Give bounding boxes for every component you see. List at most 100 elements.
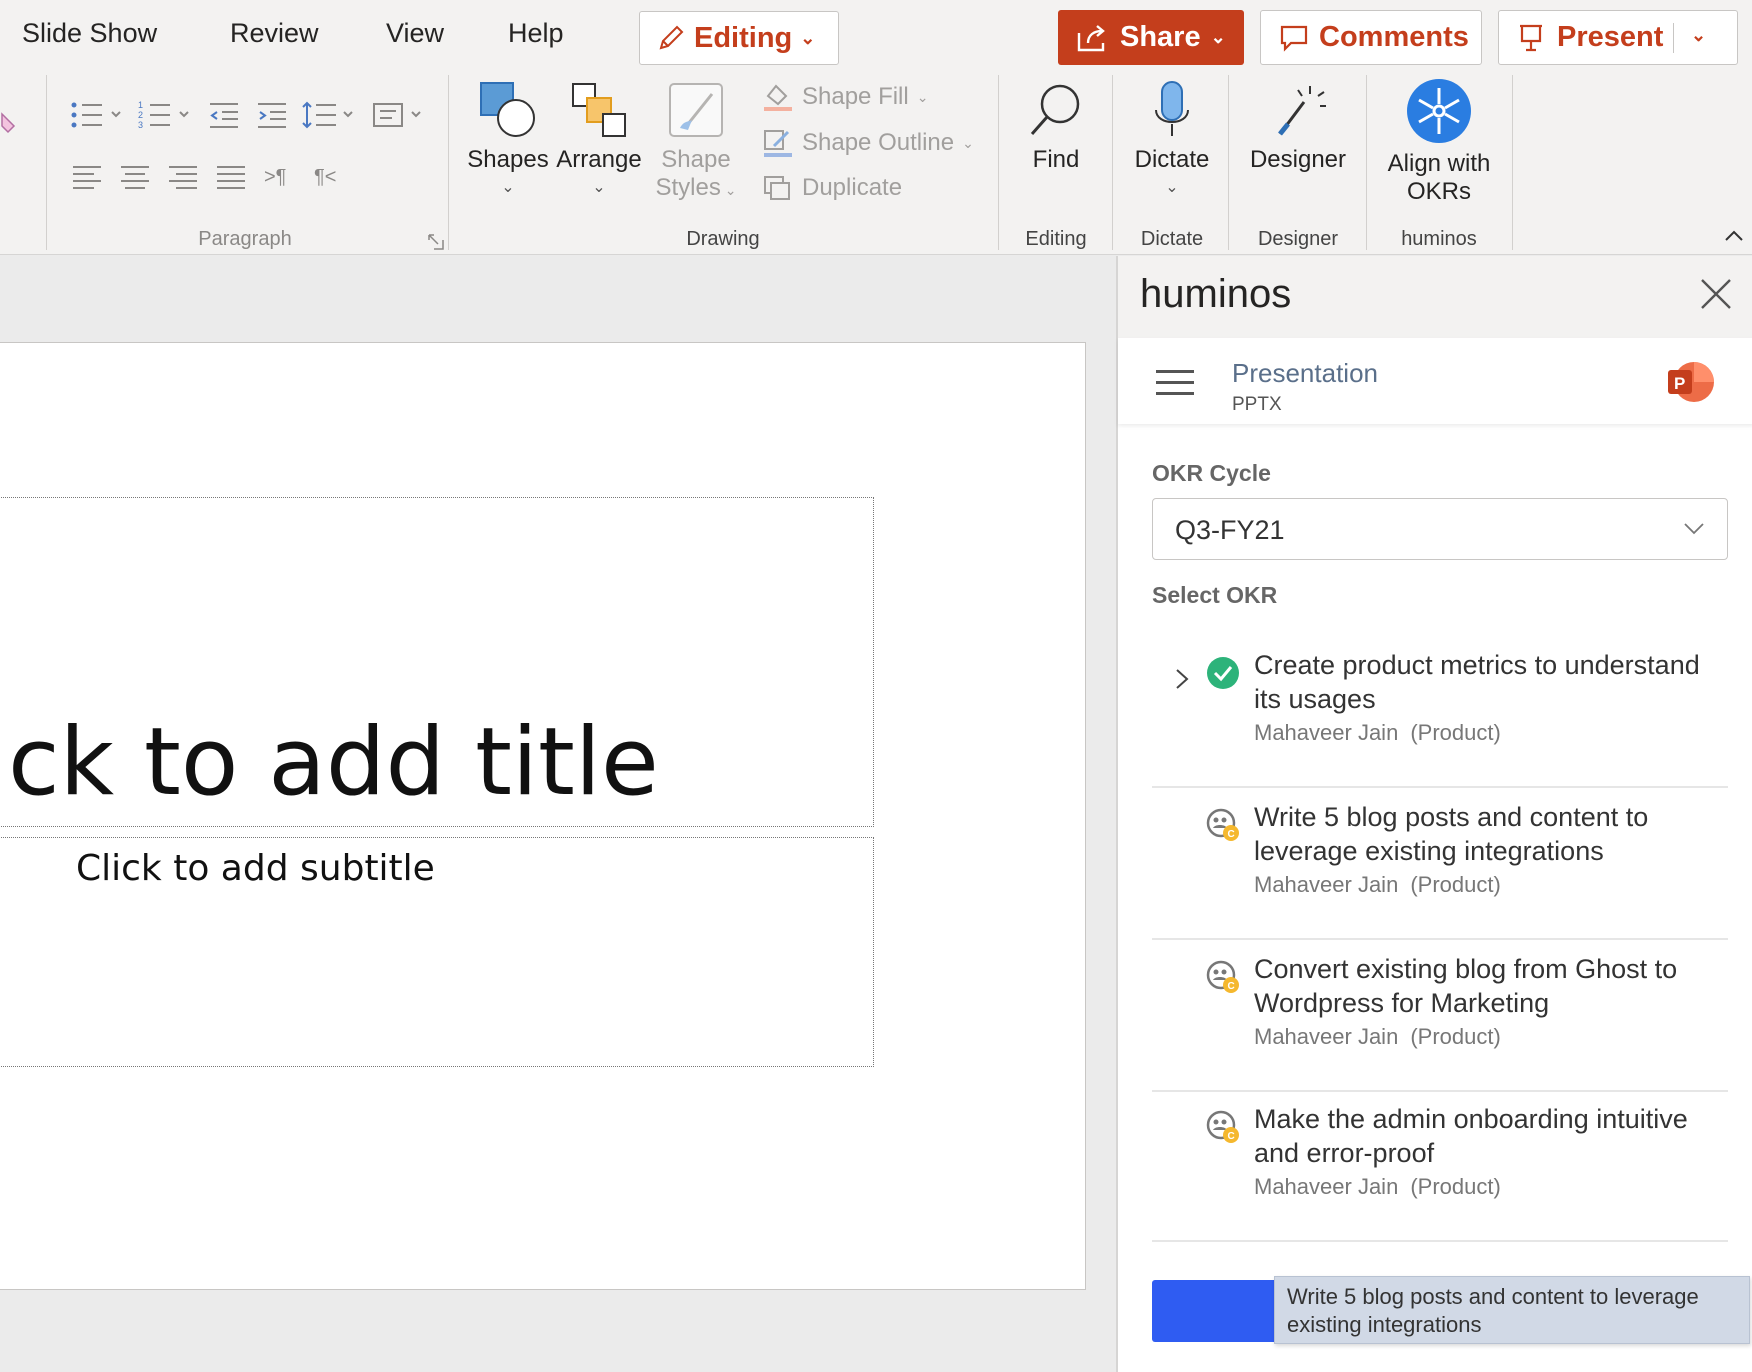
okr-owner: Mahaveer Jain (Product) — [1254, 720, 1501, 746]
team-progress-icon: C — [1206, 808, 1239, 841]
align-left-icon[interactable] — [72, 164, 102, 190]
divider — [1366, 75, 1367, 250]
group-label-dictate: Dictate — [1140, 228, 1204, 250]
divider — [448, 75, 449, 250]
slide-editor: ck to add title Click to add subtitle — [0, 256, 1116, 1372]
outline-pen-icon — [764, 130, 792, 157]
shape-styles-button[interactable]: Shape Styles ⌄ — [646, 80, 746, 204]
pencil-icon — [659, 25, 684, 50]
chevron-down-icon: ⌄ — [916, 88, 929, 105]
duplicate-button[interactable]: Duplicate — [762, 174, 902, 202]
menu-bar: Slide Show Review View Help Editing ⌄ Sh… — [0, 0, 1752, 70]
tab-view[interactable]: View — [386, 18, 444, 49]
comments-button[interactable]: Comments — [1260, 10, 1482, 65]
ribbon: 123 >¶ ¶< Paragraph Shapes ⌄ Arrange ⌄ S… — [0, 70, 1752, 255]
pane-title: huminos — [1140, 272, 1292, 316]
present-options-chevron-icon[interactable]: ⌄ — [1691, 25, 1706, 46]
select-okr-label: Select OKR — [1152, 582, 1278, 608]
owner-dept: (Product) — [1410, 720, 1501, 745]
numbering-icon[interactable]: 123 — [138, 100, 194, 130]
align-with-okrs-button[interactable]: Align with OKRs — [1378, 78, 1500, 206]
increase-indent-icon[interactable] — [256, 100, 290, 130]
bullets-icon[interactable] — [70, 100, 126, 130]
share-icon — [1077, 24, 1105, 51]
duplicate-icon — [764, 176, 790, 200]
justify-icon[interactable] — [216, 164, 246, 190]
right-to-left-icon[interactable]: ¶< — [314, 166, 336, 189]
divider — [1112, 75, 1113, 250]
shape-outline-label: Shape Outline — [802, 129, 955, 156]
okr-item[interactable]: Create product metrics to understand its… — [1152, 636, 1728, 788]
divider — [1673, 23, 1674, 53]
okr-item[interactable]: C Make the admin onboarding intuitive an… — [1152, 1090, 1728, 1242]
editing-label: Editing — [694, 21, 793, 54]
okr-cycle-label: OKR Cycle — [1152, 460, 1271, 486]
owner-dept: (Product) — [1410, 1024, 1501, 1049]
tab-help[interactable]: Help — [508, 18, 564, 49]
share-button[interactable]: Share ⌄ — [1058, 10, 1244, 65]
shape-fill-label: Shape Fill — [802, 83, 909, 110]
owner-name: Mahaveer Jain — [1254, 720, 1399, 745]
close-icon[interactable] — [1696, 274, 1736, 314]
comment-icon — [1280, 25, 1308, 52]
dictate-button[interactable]: Dictate ⌄ — [1124, 80, 1220, 202]
line-spacing-icon[interactable] — [302, 100, 358, 130]
find-button[interactable]: Find — [1016, 80, 1096, 174]
tab-review[interactable]: Review — [230, 18, 319, 49]
team-progress-icon: C — [1206, 1110, 1239, 1143]
align-center-icon[interactable] — [120, 164, 150, 190]
shape-styles-label-line1: Shape — [661, 146, 731, 173]
align-okrs-label-line2: OKRs — [1406, 178, 1471, 205]
collapse-ribbon-icon[interactable] — [1724, 228, 1744, 242]
chevron-right-icon[interactable] — [1172, 666, 1192, 692]
left-to-right-icon[interactable]: >¶ — [264, 166, 286, 189]
document-bar: Presentation PPTX P — [1118, 338, 1752, 424]
shape-fill-button[interactable]: Shape Fill ⌄ — [762, 82, 928, 112]
team-progress-icon: C — [1206, 960, 1239, 993]
shapes-button[interactable]: Shapes ⌄ — [466, 80, 550, 202]
arrange-button[interactable]: Arrange ⌄ — [554, 80, 644, 202]
huminos-logo-icon — [1407, 79, 1471, 143]
okr-owner: Mahaveer Jain (Product) — [1254, 872, 1501, 898]
present-label: Present — [1557, 21, 1664, 53]
text-direction-icon[interactable] — [372, 100, 428, 130]
find-label: Find — [1032, 146, 1080, 173]
okr-title: Write 5 blog posts and content to levera… — [1254, 802, 1649, 866]
owner-dept: (Product) — [1410, 1174, 1501, 1199]
share-label: Share — [1120, 21, 1201, 53]
okr-cycle-value: Q3-FY21 — [1175, 515, 1285, 545]
clear-formatting-icon[interactable] — [0, 110, 22, 134]
okr-title: Convert existing blog from Ghost to Word… — [1254, 954, 1678, 1018]
tab-slide-show[interactable]: Slide Show — [22, 18, 157, 49]
duplicate-label: Duplicate — [802, 174, 903, 201]
group-label-drawing: Drawing — [686, 228, 760, 250]
group-label-editing: Editing — [1025, 228, 1087, 250]
designer-button[interactable]: Designer — [1246, 80, 1350, 174]
owner-name: Mahaveer Jain — [1254, 1174, 1399, 1199]
owner-name: Mahaveer Jain — [1254, 872, 1399, 897]
editing-mode-button[interactable]: Editing ⌄ — [639, 11, 839, 65]
okr-cycle-select[interactable]: Q3-FY21 — [1152, 498, 1728, 560]
document-name: Presentation — [1232, 358, 1378, 388]
slide-canvas[interactable]: ck to add title Click to add subtitle — [0, 342, 1086, 1290]
okr-item[interactable]: C Write 5 blog posts and content to leve… — [1152, 788, 1728, 940]
huminos-task-pane: huminos Presentation PPTX P OKR Cycle Q3… — [1116, 256, 1752, 1372]
divider — [46, 75, 47, 250]
svg-text:3: 3 — [138, 120, 143, 130]
chevron-down-icon: ⌄ — [501, 179, 515, 196]
shapes-icon — [480, 82, 535, 137]
present-button[interactable]: Present ⌄ — [1498, 10, 1738, 65]
align-right-icon[interactable] — [168, 164, 198, 190]
divider — [998, 75, 999, 250]
okr-item[interactable]: C Convert existing blog from Ghost to Wo… — [1152, 940, 1728, 1092]
hamburger-menu-icon[interactable] — [1156, 370, 1194, 396]
paint-bucket-icon — [764, 84, 792, 111]
chevron-down-icon: ⌄ — [592, 179, 606, 196]
dialog-launcher-icon[interactable] — [428, 234, 444, 250]
title-placeholder[interactable]: ck to add title — [0, 497, 874, 827]
chevron-down-icon: ⌄ — [1210, 27, 1226, 47]
decrease-indent-icon[interactable] — [208, 100, 242, 130]
subtitle-placeholder[interactable]: Click to add subtitle — [0, 837, 874, 1067]
chevron-down-icon: ⌄ — [962, 134, 974, 151]
shape-outline-button[interactable]: Shape Outline ⌄ — [762, 128, 974, 158]
